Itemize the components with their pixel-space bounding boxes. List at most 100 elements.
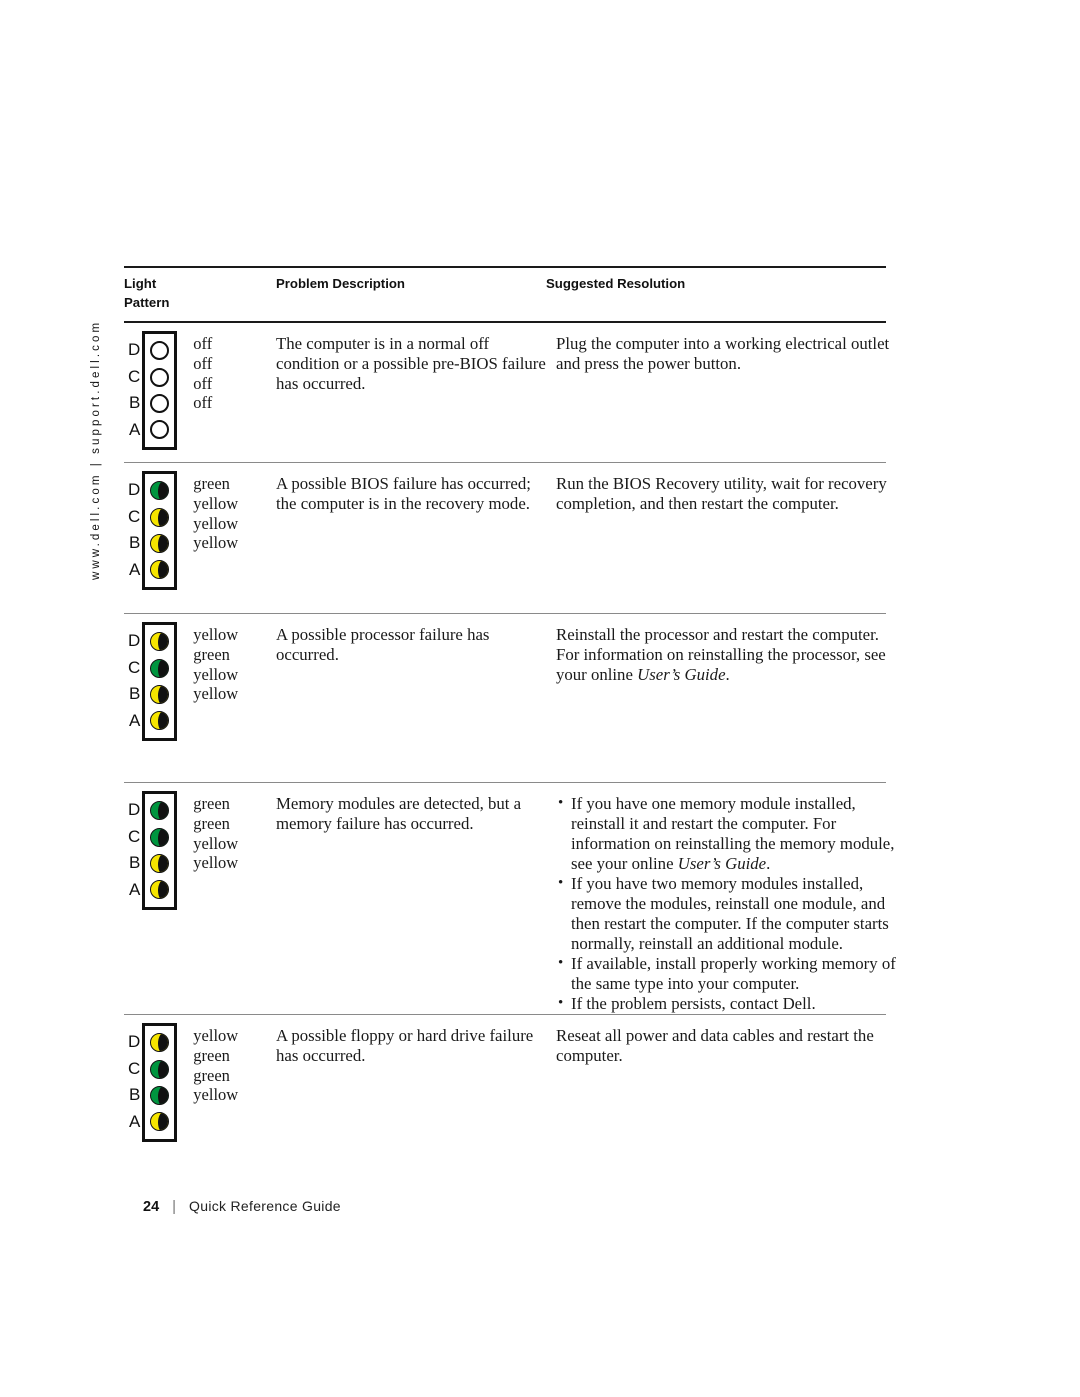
led-state-b: off <box>193 373 213 393</box>
led-label-a: A <box>128 559 141 579</box>
light-pattern-cell: D C B A yellow green green yellow <box>124 1023 276 1142</box>
header-suggested-resolution: Suggested Resolution <box>546 276 686 291</box>
light-pattern-cell: D C B A yellow green yellow yellow <box>124 622 276 741</box>
led-state-list: yellow green yellow yellow <box>193 622 238 704</box>
led-indicator-c <box>150 658 170 678</box>
led-label-b: B <box>128 393 141 413</box>
led-diagram: D C B A <box>128 471 178 590</box>
led-state-d: green <box>193 794 230 813</box>
led-labels: D C B A <box>128 628 142 734</box>
header-light-pattern: Light Pattern <box>124 275 276 312</box>
led-label-a: A <box>128 419 141 439</box>
header-problem-description: Problem Description <box>276 276 405 291</box>
light-pattern-cell: D C B A off off off off <box>124 331 276 450</box>
led-label-b: B <box>128 853 141 873</box>
led-box <box>142 622 178 741</box>
led-indicator-b <box>150 393 170 413</box>
led-label-a: A <box>128 1111 141 1131</box>
led-indicator-b <box>150 853 170 873</box>
led-label-c: C <box>128 826 141 846</box>
led-state-c: off <box>193 353 213 373</box>
led-labels: D C B A <box>128 1029 142 1135</box>
list-item: If the problem persists, contact Dell. <box>556 993 896 1014</box>
led-box <box>142 791 178 910</box>
problem-description-cell: Memory modules are detected, but a memor… <box>276 794 522 833</box>
led-state-c: green <box>193 1045 230 1065</box>
led-indicator-d <box>150 801 170 821</box>
light-pattern-cell: D C B A green yellow yellow yellow <box>124 471 276 590</box>
side-rail: www.dell.com | support.dell.com <box>78 250 118 580</box>
table-row: D C B A yellow green green yellow A poss… <box>124 1015 886 1163</box>
led-indicator-b <box>150 684 170 704</box>
suggested-resolution-cell: Run the BIOS Recovery utility, wait for … <box>556 474 887 513</box>
footer-page-number: 24 <box>143 1199 160 1215</box>
led-diagram: D C B A <box>128 1023 178 1142</box>
led-label-d: D <box>128 340 141 360</box>
led-state-b: yellow <box>193 664 239 684</box>
led-label-c: C <box>128 366 141 386</box>
led-box <box>142 331 178 450</box>
led-indicator-c <box>150 367 170 387</box>
led-state-a: yellow <box>193 684 239 704</box>
led-indicator-c <box>150 1059 170 1079</box>
led-label-d: D <box>128 800 141 820</box>
led-state-a: yellow <box>193 533 239 553</box>
dell-url-vertical-text: www.dell.com | support.dell.com <box>90 319 102 580</box>
led-state-a: yellow <box>193 853 239 873</box>
led-state-a: off <box>193 393 213 413</box>
list-item: If you have two memory modules installed… <box>556 873 896 954</box>
led-label-a: A <box>128 879 141 899</box>
led-indicator-d <box>150 632 170 652</box>
led-indicator-a <box>150 880 170 900</box>
led-state-d: off <box>193 334 213 353</box>
bullet-text-pre: If available, install properly working m… <box>571 954 896 993</box>
problem-description-cell: A possible floppy or hard drive failure … <box>276 1026 534 1065</box>
led-labels: D C B A <box>128 477 142 583</box>
led-state-c: green <box>193 813 230 833</box>
footer-document-title: Quick Reference Guide <box>189 1198 341 1214</box>
problem-description-cell: A possible BIOS failure has occurred; th… <box>276 474 531 513</box>
led-state-b: green <box>193 1065 230 1085</box>
bullet-text-post: . <box>766 854 771 873</box>
led-state-d: green <box>193 474 230 493</box>
led-diagram: D C B A <box>128 791 178 910</box>
led-indicator-a <box>150 560 170 580</box>
list-item: If available, install properly working m… <box>556 953 896 994</box>
led-state-list: off off off off <box>193 331 212 413</box>
led-state-c: green <box>193 644 230 664</box>
header-light-pattern-line1: Light <box>124 276 157 291</box>
led-state-c: yellow <box>193 493 239 513</box>
led-box <box>142 471 178 590</box>
led-state-a: yellow <box>193 1085 239 1105</box>
led-label-d: D <box>128 1032 141 1052</box>
led-label-d: D <box>128 631 141 651</box>
led-state-d: yellow <box>193 625 239 644</box>
led-state-b: yellow <box>193 833 239 853</box>
table-row: D C B A green green yellow yellow Memory… <box>124 783 896 1014</box>
bullet-text-pre: If the problem persists, contact Dell. <box>571 994 816 1013</box>
led-indicator-a <box>150 420 170 440</box>
led-label-c: C <box>128 657 141 677</box>
list-item: If you have one memory module installed,… <box>556 793 896 874</box>
led-state-d: yellow <box>193 1026 239 1045</box>
light-pattern-table: Light Pattern Problem Description Sugges… <box>124 266 896 1163</box>
bullet-text-italic: User’s Guide <box>677 854 767 873</box>
led-box <box>142 1023 178 1142</box>
footer-separator: | <box>172 1198 177 1215</box>
led-label-c: C <box>128 1058 141 1078</box>
led-label-d: D <box>128 480 141 500</box>
header-light-pattern-line2: Pattern <box>124 294 170 310</box>
led-state-b: yellow <box>193 513 239 533</box>
problem-description-cell: The computer is in a normal off conditio… <box>276 334 546 393</box>
led-diagram: D C B A <box>128 331 178 450</box>
led-label-c: C <box>128 506 141 526</box>
led-state-list: green yellow yellow yellow <box>193 471 238 553</box>
led-label-b: B <box>128 1085 141 1105</box>
led-indicator-a <box>150 711 170 731</box>
page-footer: 24 | Quick Reference Guide <box>143 1198 341 1215</box>
table-row: D C B A green yellow yellow yellow A pos… <box>124 463 887 613</box>
led-indicator-b <box>150 533 170 553</box>
led-state-list: yellow green green yellow <box>193 1023 238 1105</box>
led-labels: D C B A <box>128 337 142 443</box>
led-label-b: B <box>128 684 141 704</box>
